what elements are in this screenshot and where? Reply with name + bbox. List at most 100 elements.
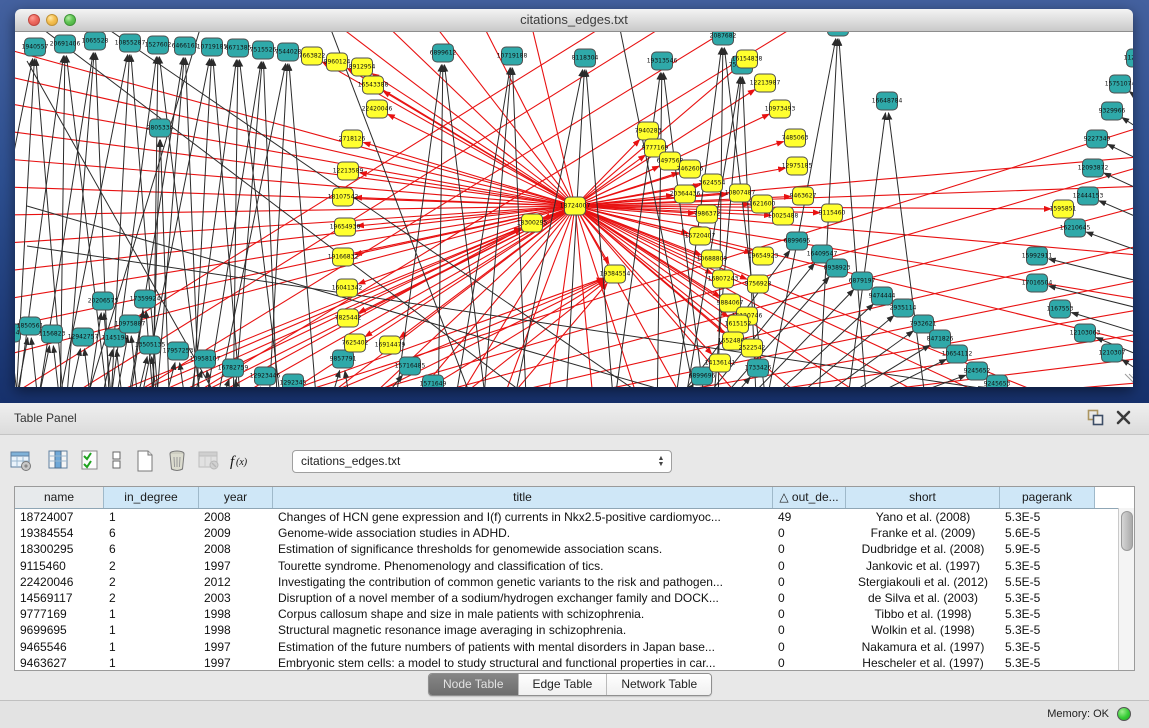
table-panel-title: Table Panel	[14, 411, 77, 425]
table-row[interactable]: 1830029562008Estimation of significance …	[15, 541, 1119, 557]
cytoscape-desktop: citations_edges.txt 19405572069140610655…	[0, 0, 1149, 403]
table-cell: 2008	[199, 541, 273, 557]
table-cell: 6	[104, 525, 199, 541]
network-window-titlebar[interactable]: citations_edges.txt	[15, 9, 1133, 32]
function-builder-icon[interactable]: f(x)	[228, 448, 254, 474]
table-cell: Investigating the contribution of common…	[273, 574, 773, 590]
node-label: 9884067	[717, 300, 744, 307]
node-label: 1065528	[82, 38, 109, 45]
table-cell: 9465546	[15, 639, 104, 655]
node-label: 7515526	[250, 47, 277, 54]
node-label: 7544028	[275, 49, 302, 56]
edge	[1122, 360, 1133, 383]
tab-edge-table[interactable]: Edge Table	[519, 674, 608, 695]
table-row[interactable]: 2242004622012Investigating the contribut…	[15, 574, 1119, 590]
node-label: 7932621	[910, 321, 937, 328]
table-row[interactable]: 946554611997Estimation of the future num…	[15, 639, 1119, 655]
node-label: 1571649	[420, 381, 447, 388]
node-label: 17957253	[163, 348, 194, 355]
delete-table-icon[interactable]	[196, 448, 222, 474]
table-scrollbar-thumb[interactable]	[1121, 511, 1133, 551]
node-label: 1733426	[745, 365, 772, 372]
table-selector-dropdown[interactable]: citations_edges.txt ▲▼	[292, 450, 672, 473]
node-label: 16914479	[375, 342, 406, 349]
table-cell: Stergiakouli et al. (2012)	[846, 574, 1000, 590]
delete-column-icon[interactable]	[164, 448, 190, 474]
table-cell: 9463627	[15, 655, 104, 671]
node-table[interactable]: namein_degreeyeartitle△ out_de...shortpa…	[14, 486, 1135, 671]
node-label: 19166832	[328, 254, 359, 261]
node-label: 6899695	[784, 238, 811, 245]
table-row[interactable]: 1872400712008Changes of HCN gene express…	[15, 509, 1119, 525]
new-column-icon[interactable]	[132, 448, 158, 474]
citation-network-graph[interactable]: 1940557206914061065528108552871527602646…	[15, 32, 1133, 387]
table-cell: 0	[773, 590, 846, 606]
column-header-in_degree[interactable]: in_degree	[104, 487, 199, 508]
table-cell: Dudbridge et al. (2008)	[846, 541, 1000, 557]
dropdown-stepper-icon: ▲▼	[655, 452, 667, 471]
table-settings-icon[interactable]	[8, 448, 34, 474]
table-cell: 1	[104, 622, 199, 638]
column-header-pagerank[interactable]: pagerank	[1000, 487, 1095, 508]
close-panel-icon[interactable]	[1116, 410, 1131, 425]
node-label: 9756928	[745, 281, 772, 288]
node-label: 10025488	[768, 213, 799, 220]
column-header-title[interactable]: title	[273, 487, 773, 508]
table-cell: 5.3E-5	[1000, 606, 1095, 622]
node-label: 10807487	[725, 190, 756, 197]
edge	[1125, 374, 1133, 387]
table-row[interactable]: 1938455462009Genome-wide association stu…	[15, 525, 1119, 541]
table-cell: 0	[773, 622, 846, 638]
node-label: 10973493	[765, 106, 796, 113]
float-panel-icon[interactable]	[1087, 409, 1104, 426]
column-settings-icon[interactable]	[46, 448, 72, 474]
column-header-name[interactable]: name	[15, 487, 104, 508]
node-label: 1156823	[39, 331, 66, 338]
table-cell: 1	[104, 655, 199, 671]
cell-options-icon[interactable]	[104, 448, 130, 474]
table-cell: 0	[773, 606, 846, 622]
node-label: 6899612	[430, 50, 457, 57]
edge	[363, 142, 575, 206]
table-panel: Table Panel f(x) citations_edges.txt ▲▼ …	[0, 403, 1149, 727]
node-label: 8471826	[927, 336, 954, 343]
edge	[565, 70, 584, 387]
table-cell: 1997	[199, 639, 273, 655]
table-cell: 2003	[199, 590, 273, 606]
table-scrollbar[interactable]	[1118, 508, 1134, 670]
edge	[490, 283, 607, 387]
table-cell: 2009	[199, 525, 273, 541]
table-row[interactable]: 977716911998Corpus callosum shape and si…	[15, 606, 1119, 622]
tab-node-table[interactable]: Node Table	[429, 674, 519, 695]
tab-network-table[interactable]: Network Table	[607, 674, 711, 695]
table-cell: Tourette syndrome. Phenomenology and cla…	[273, 558, 773, 574]
edge	[388, 114, 575, 206]
table-row[interactable]: 946362711997Embryonic stem cells: a mode…	[15, 655, 1119, 671]
edge	[480, 32, 575, 206]
table-row[interactable]: 911546021997Tourette syndrome. Phenomeno…	[15, 558, 1119, 574]
edge	[1108, 144, 1133, 169]
table-cell: 0	[773, 525, 846, 541]
table-row[interactable]: 969969511998Structural magnetic resonanc…	[15, 622, 1119, 638]
node-label: 1121987	[1124, 55, 1133, 62]
edge	[575, 186, 1133, 206]
network-window[interactable]: citations_edges.txt 19405572069140610655…	[15, 9, 1133, 387]
table-cell: 2	[104, 590, 199, 606]
node-label: 7825442	[335, 315, 362, 322]
table-cell: 22420046	[15, 574, 104, 590]
node-label: 9115460	[819, 210, 846, 217]
column-header-short[interactable]: short	[846, 487, 1000, 508]
teal-node[interactable]	[828, 32, 849, 36]
node-label: 3624554	[699, 180, 726, 187]
node-label: 1595851	[1050, 206, 1077, 213]
row-select-icon[interactable]	[78, 448, 104, 474]
column-header-out_de[interactable]: △ out_de...	[773, 487, 846, 508]
node-label: 16807243	[708, 276, 739, 283]
table-tab-bar: Node TableEdge TableNetwork Table	[428, 673, 712, 696]
table-cell: 0	[773, 558, 846, 574]
column-header-year[interactable]: year	[199, 487, 273, 508]
table-header-row[interactable]: namein_degreeyeartitle△ out_de...shortpa…	[15, 487, 1119, 509]
network-canvas[interactable]: 1940557206914061065528108552871527602646…	[15, 32, 1133, 387]
table-row[interactable]: 1456911722003Disruption of a novel membe…	[15, 590, 1119, 606]
edge	[845, 113, 885, 387]
